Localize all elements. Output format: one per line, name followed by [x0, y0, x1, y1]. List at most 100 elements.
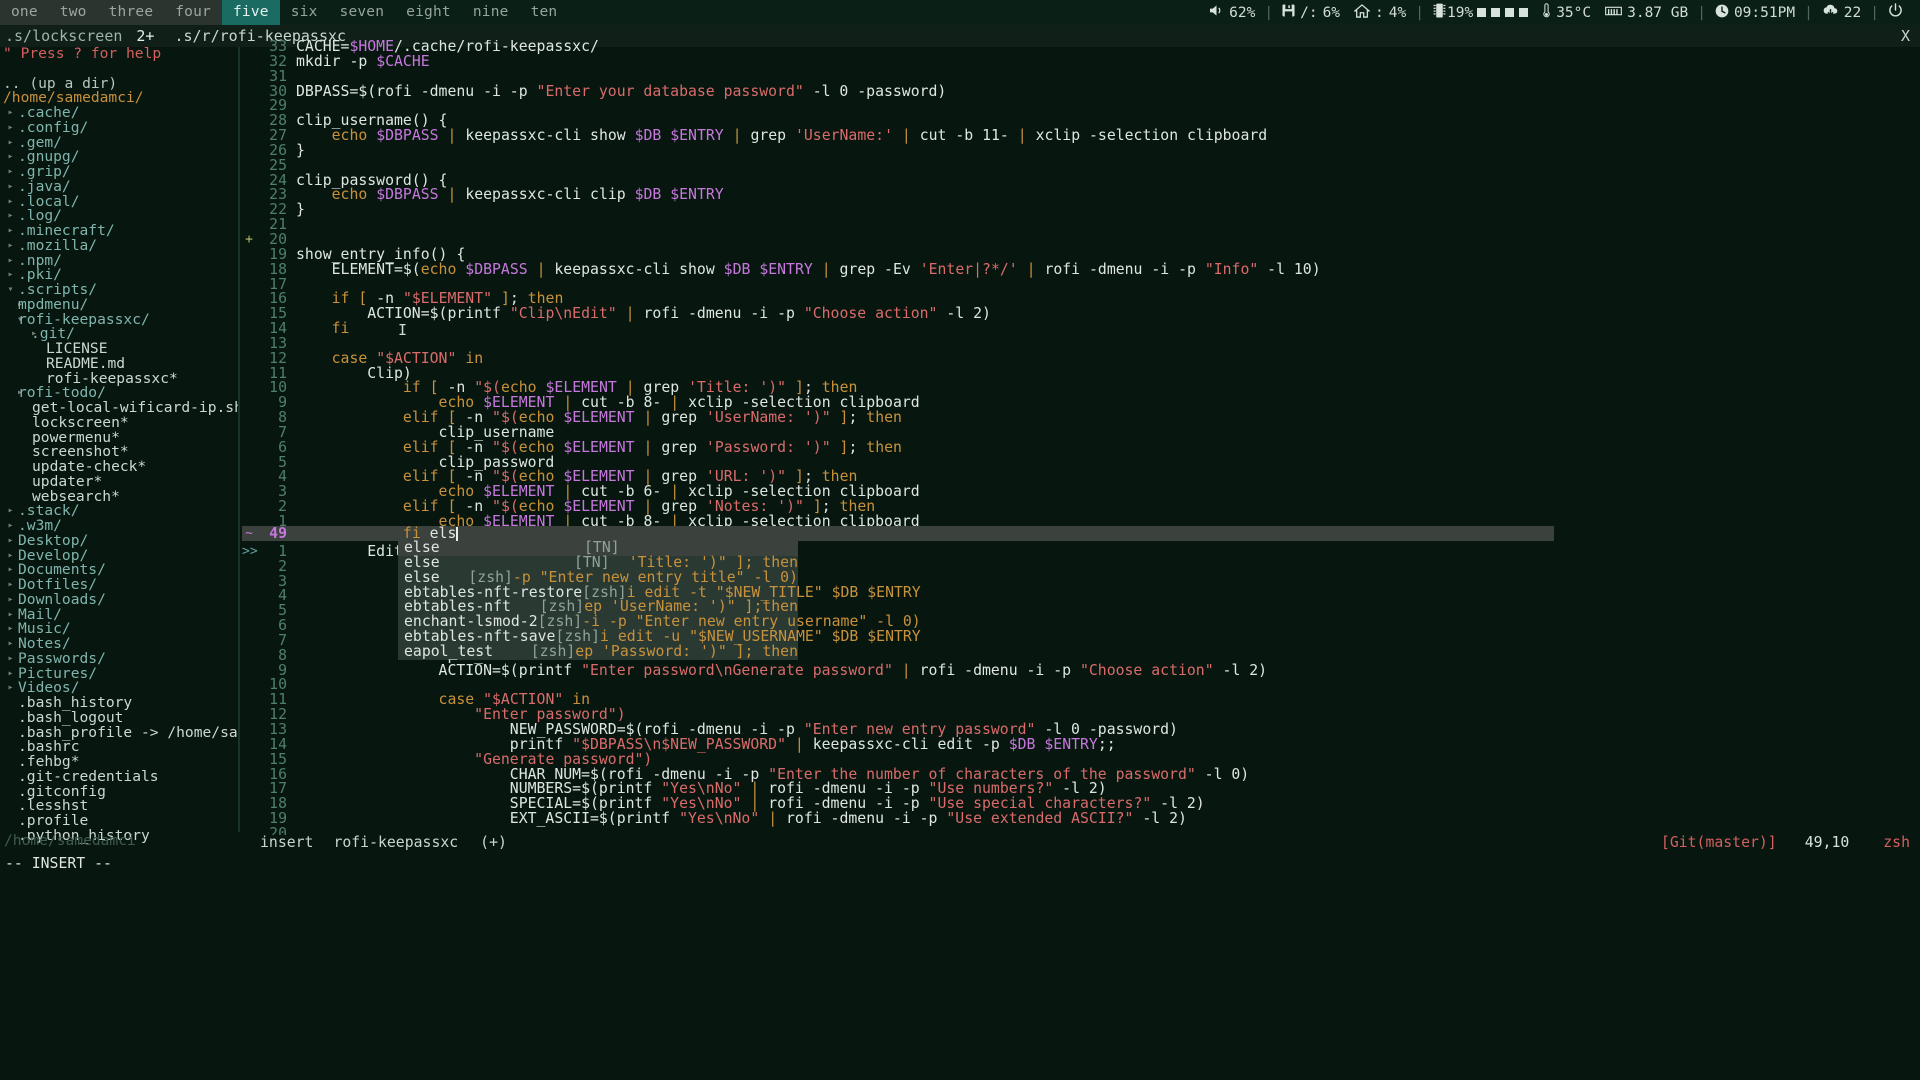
- code-token: fi: [331, 320, 350, 338]
- workspace-tab-seven[interactable]: seven: [328, 0, 396, 25]
- code-token: ELEMENT=$(: [296, 260, 421, 278]
- chevron-right-icon[interactable]: ▸: [3, 622, 18, 637]
- chevron-down-icon[interactable]: ▾: [3, 313, 23, 328]
- vim-message-line: -- INSERT --: [5, 854, 112, 872]
- chevron-right-icon[interactable]: ▸: [3, 268, 18, 283]
- workspace-tab-two[interactable]: two: [48, 0, 98, 25]
- chevron-right-icon[interactable]: ▸: [3, 667, 18, 682]
- line-number: 4: [278, 587, 287, 605]
- temperature-module[interactable]: 35°C: [1535, 3, 1598, 22]
- chevron-right-icon[interactable]: ▸: [3, 121, 18, 136]
- code-token: |: [901, 127, 911, 145]
- code-token: $DB: [1008, 735, 1036, 753]
- volume-module[interactable]: 62%: [1202, 4, 1262, 21]
- code-token: ;: [848, 438, 867, 456]
- workspace-tab-three[interactable]: three: [97, 0, 165, 25]
- separator-4: |: [1804, 4, 1813, 21]
- workspace-tab-one[interactable]: one: [0, 0, 49, 25]
- line-number: 2: [278, 498, 287, 516]
- code-line: 30 DBPASS=$(rofi -dmenu -i -p "Enter your…: [242, 84, 1920, 100]
- chevron-right-icon[interactable]: ▸: [3, 180, 18, 195]
- completion-item-kind: [zsh]: [530, 642, 576, 660]
- workspace-tab-five[interactable]: five: [221, 0, 280, 25]
- separator-3: |: [1697, 4, 1706, 21]
- chevron-right-icon[interactable]: ▸: [3, 239, 18, 254]
- disk-home-label: :: [1375, 4, 1384, 21]
- chevron-right-icon[interactable]: ▸: [3, 254, 18, 269]
- code-token: "Use extended ASCII?": [946, 810, 1134, 828]
- ram-total-module[interactable]: 3.87 GB: [1598, 5, 1695, 21]
- workspace-tab-nine[interactable]: nine: [461, 0, 520, 25]
- chevron-right-icon[interactable]: ▸: [3, 519, 18, 534]
- sign-column: +: [245, 231, 253, 247]
- completion-item[interactable]: eapol_test [zsh] ep 'Password: ')" ]; then: [398, 642, 798, 660]
- disk-root-module[interactable]: /: 6%: [1275, 4, 1347, 21]
- chevron-right-icon[interactable]: ▸: [3, 534, 18, 549]
- chevron-right-icon[interactable]: ▸: [3, 608, 18, 623]
- vim-statusline: insert rofi-keepassxc (+) [Git(master)] …: [242, 832, 1920, 852]
- chevron-right-icon[interactable]: ▸: [3, 681, 18, 696]
- chevron-right-icon[interactable]: ▸: [3, 136, 18, 151]
- nerdtree-dir-item[interactable]: ▸ .git/: [3, 326, 238, 342]
- code-token: grep: [652, 409, 706, 427]
- cpu-bar-graph: [1477, 8, 1529, 17]
- chevron-right-icon[interactable]: ▸: [3, 327, 37, 342]
- code-token: "Choose action": [1079, 661, 1214, 679]
- nerdtree-sidebar[interactable]: " Press ? for help .. (up a dir) /home/s…: [0, 47, 238, 1032]
- nerdtree-item-list[interactable]: ▸ .cache/▸ .config/▸ .gem/▸ .gnupg/▸ .grip/▸.…: [3, 105, 238, 844]
- workspace-tab-four[interactable]: four: [164, 0, 222, 25]
- chevron-right-icon[interactable]: ▸: [3, 209, 18, 224]
- code-token: echo: [420, 260, 457, 278]
- workspace-tab-ten[interactable]: ten: [519, 0, 569, 25]
- disk-root-label: /:: [1300, 4, 1318, 21]
- chevron-right-icon[interactable]: ▸: [3, 504, 18, 519]
- line-number: 3: [278, 483, 287, 501]
- chevron-right-icon[interactable]: ▸: [3, 637, 18, 652]
- chevron-down-icon[interactable]: ▾: [3, 283, 18, 298]
- separator-5: |: [1870, 4, 1879, 21]
- chevron-right-icon[interactable]: ▸: [3, 224, 18, 239]
- workspace-tabs[interactable]: one two three four five six seven eight nine ten: [0, 0, 569, 25]
- chevron-right-icon[interactable]: ▸: [3, 298, 23, 313]
- chevron-right-icon[interactable]: ▸: [3, 386, 23, 401]
- code-text: ACTION=$(printf "Enter password\nGenerat…: [296, 661, 1268, 679]
- ram-total-value: 3.87 GB: [1627, 4, 1689, 21]
- chevron-right-icon[interactable]: ▸: [3, 652, 18, 667]
- code-token: -l 10): [1258, 260, 1321, 278]
- completion-popup-menu[interactable]: else [TN] else [TN] 'Title: ')" ]; then else[…: [398, 540, 921, 660]
- code-token: $CACHE: [376, 52, 430, 70]
- completion-item-list[interactable]: else [TN] else [TN] 'Title: ')" ]; then else[…: [398, 540, 921, 660]
- clock-module[interactable]: 09:51PM: [1708, 4, 1802, 22]
- updates-module[interactable]: 22: [1815, 4, 1868, 21]
- code-editor-pane[interactable]: 33 CACHE=$HOME/.cache/rofi-keepassxc/32 mk…: [242, 40, 1920, 835]
- power-module[interactable]: [1881, 3, 1910, 22]
- workspace-tab-eight[interactable]: eight: [395, 0, 462, 25]
- chevron-right-icon[interactable]: ▸: [3, 195, 18, 210]
- disk-home-module[interactable]: : 4%: [1347, 3, 1413, 22]
- chevron-right-icon[interactable]: ▸: [3, 563, 18, 578]
- chevron-right-icon[interactable]: ▸: [3, 165, 18, 180]
- code-line: 9 ACTION=$(printf "Enter password\nGener…: [242, 661, 1920, 679]
- code-line: 21: [242, 217, 1920, 233]
- tab-lockscreen[interactable]: .s/lockscreen: [0, 27, 122, 45]
- code-token: 'Enter|?*/': [919, 260, 1018, 278]
- chevron-right-icon[interactable]: ▸: [3, 593, 18, 608]
- chevron-right-icon[interactable]: ▸: [3, 578, 18, 593]
- chevron-right-icon[interactable]: ▸: [3, 106, 18, 121]
- code-token: |: [901, 661, 911, 679]
- chevron-right-icon[interactable]: ▸: [3, 549, 18, 564]
- code-text: ELEMENT=$(echo $DBPASS | keepassxc-cli s…: [296, 260, 1321, 278]
- memory-module[interactable]: 19%: [1426, 3, 1535, 22]
- line-number: 7: [278, 423, 287, 441]
- status-filetype: zsh: [1883, 833, 1910, 851]
- workspace-tab-six[interactable]: six: [279, 0, 329, 25]
- chevron-right-icon[interactable]: ▸: [3, 150, 18, 165]
- code-line: 25: [242, 158, 1920, 174]
- code-line: 15 ACTION=$(printf "Clip\nEdit" | rofi -…: [242, 306, 1920, 322]
